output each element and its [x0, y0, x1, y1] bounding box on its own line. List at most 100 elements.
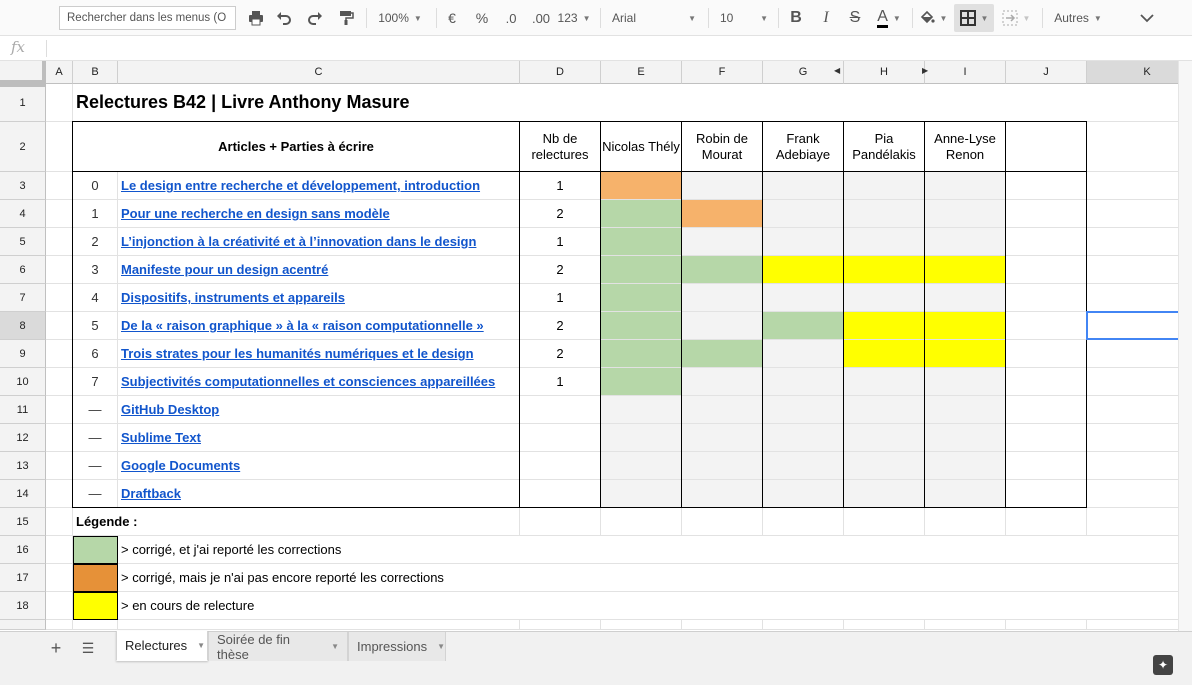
review-status-cell[interactable]	[601, 172, 682, 200]
review-status-cell[interactable]	[682, 452, 763, 480]
article-link[interactable]: Le design entre recherche et développeme…	[118, 178, 480, 193]
cell[interactable]	[1006, 340, 1087, 368]
article-number[interactable]: 5	[73, 312, 118, 340]
row-header-13[interactable]: 13	[0, 452, 46, 480]
cell[interactable]	[1087, 564, 1178, 592]
cell[interactable]	[1087, 200, 1178, 228]
cell[interactable]	[46, 340, 73, 368]
review-status-cell[interactable]	[763, 172, 844, 200]
review-status-cell[interactable]	[601, 480, 682, 508]
review-status-cell[interactable]	[925, 424, 1006, 452]
cell[interactable]	[46, 508, 73, 536]
cell[interactable]	[925, 620, 1006, 630]
cell[interactable]	[601, 508, 682, 536]
review-status-cell[interactable]	[682, 228, 763, 256]
review-status-cell[interactable]	[601, 340, 682, 368]
undo-button[interactable]	[272, 4, 296, 32]
cell[interactable]	[1087, 508, 1178, 536]
review-status-cell[interactable]	[682, 284, 763, 312]
article-number[interactable]: 1	[73, 200, 118, 228]
review-count[interactable]: 1	[520, 284, 601, 312]
article-link[interactable]: Dispositifs, instruments et appareils	[118, 290, 345, 305]
review-count[interactable]: 2	[520, 200, 601, 228]
review-status-cell[interactable]	[925, 312, 1006, 340]
legend-swatch[interactable]	[73, 536, 118, 564]
cell[interactable]	[46, 312, 73, 340]
header-reviewer[interactable]: Pia Pandélakis	[844, 122, 925, 172]
column-header-g[interactable]: G	[763, 61, 844, 84]
review-status-cell[interactable]	[925, 284, 1006, 312]
review-status-cell[interactable]	[844, 200, 925, 228]
cell[interactable]	[763, 508, 844, 536]
vertical-scrollbar[interactable]	[1178, 61, 1192, 631]
review-status-cell[interactable]	[601, 368, 682, 396]
review-count[interactable]: 2	[520, 340, 601, 368]
review-status-cell[interactable]	[844, 480, 925, 508]
cell[interactable]	[1006, 172, 1087, 200]
article-link[interactable]: Trois strates pour les humanités numériq…	[118, 346, 474, 361]
cell[interactable]	[1006, 424, 1087, 452]
column-header-e[interactable]: E	[601, 61, 682, 84]
row-header-2[interactable]: 2	[0, 122, 46, 172]
select-all-corner[interactable]	[0, 61, 46, 84]
review-status-cell[interactable]	[925, 172, 1006, 200]
review-status-cell[interactable]	[763, 312, 844, 340]
review-status-cell[interactable]	[682, 424, 763, 452]
sheet-title[interactable]: Relectures B42 | Livre Anthony Masure	[73, 84, 1087, 122]
currency-button[interactable]: €	[442, 4, 462, 32]
review-status-cell[interactable]	[844, 368, 925, 396]
review-status-cell[interactable]	[601, 284, 682, 312]
column-header-a[interactable]: A	[46, 61, 73, 84]
font-size-select[interactable]: 10 ▼	[714, 4, 774, 32]
article-number[interactable]: 2	[73, 228, 118, 256]
all-sheets-button[interactable]: ☰	[77, 638, 99, 658]
collapse-toolbar-button[interactable]	[1134, 4, 1160, 32]
review-status-cell[interactable]	[844, 396, 925, 424]
cell[interactable]	[1087, 84, 1178, 122]
freeze-bar[interactable]	[0, 83, 46, 87]
cell[interactable]	[1006, 620, 1087, 630]
article-link[interactable]: Google Documents	[118, 458, 240, 473]
column-header-d[interactable]: D	[520, 61, 601, 84]
review-status-cell[interactable]	[925, 256, 1006, 284]
cell[interactable]	[763, 620, 844, 630]
cell[interactable]	[1087, 424, 1178, 452]
cell[interactable]	[1006, 312, 1087, 340]
article-link[interactable]: L’injonction à la créativité et à l’inno…	[118, 234, 476, 249]
article-link-cell[interactable]: Le design entre recherche et développeme…	[118, 172, 520, 200]
review-status-cell[interactable]	[844, 452, 925, 480]
strikethrough-button[interactable]: S	[843, 4, 867, 32]
review-status-cell[interactable]	[844, 256, 925, 284]
column-header-c[interactable]: C	[118, 61, 520, 84]
review-count[interactable]: 1	[520, 228, 601, 256]
article-number[interactable]: —	[73, 424, 118, 452]
cell[interactable]	[682, 508, 763, 536]
italic-button[interactable]: I	[814, 4, 838, 32]
review-count[interactable]	[520, 396, 601, 424]
cell[interactable]	[1087, 480, 1178, 508]
review-status-cell[interactable]	[682, 200, 763, 228]
row-header-12[interactable]: 12	[0, 424, 46, 452]
cell[interactable]	[1087, 536, 1178, 564]
cell[interactable]	[46, 480, 73, 508]
cell[interactable]	[46, 592, 73, 620]
cell[interactable]	[46, 122, 73, 172]
cell[interactable]	[844, 620, 925, 630]
cell[interactable]	[46, 284, 73, 312]
review-status-cell[interactable]	[844, 228, 925, 256]
bold-button[interactable]: B	[784, 4, 808, 32]
increase-decimals-button[interactable]: .00	[528, 4, 554, 32]
cell[interactable]	[601, 620, 682, 630]
cell[interactable]	[1006, 480, 1087, 508]
cell[interactable]	[46, 368, 73, 396]
cell[interactable]	[1006, 284, 1087, 312]
review-status-cell[interactable]	[844, 172, 925, 200]
review-status-cell[interactable]	[763, 480, 844, 508]
article-link-cell[interactable]: Manifeste pour un design acentré	[118, 256, 520, 284]
add-sheet-button[interactable]: +	[45, 638, 67, 658]
review-status-cell[interactable]	[763, 200, 844, 228]
review-count[interactable]: 2	[520, 256, 601, 284]
column-header-j[interactable]: J	[1006, 61, 1087, 84]
hidden-columns-left-arrow-icon[interactable]: ◀	[834, 66, 840, 75]
article-link[interactable]: De la « raison graphique » à la « raison…	[118, 318, 484, 333]
